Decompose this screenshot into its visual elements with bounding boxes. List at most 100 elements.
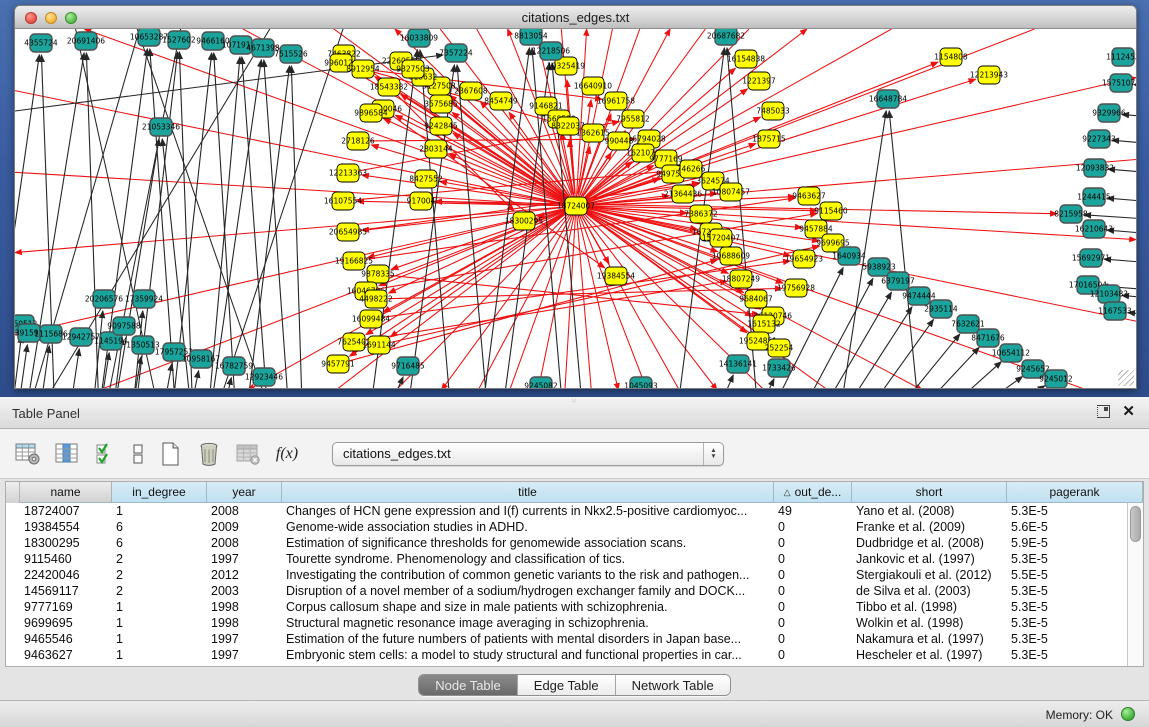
network-node[interactable]: 8215958 (1054, 205, 1088, 223)
network-node[interactable]: 1154808 (934, 48, 968, 66)
column-header-year[interactable]: year (207, 482, 282, 503)
network-node[interactable]: 4355724 (24, 34, 58, 52)
network-node[interactable]: 9227343 (1082, 130, 1116, 148)
cell-year: 2012 (207, 567, 282, 583)
network-node[interactable]: 2718126 (341, 132, 375, 150)
cell-in-degree: 1 (112, 599, 207, 615)
column-header-short[interactable]: short (852, 482, 1007, 503)
network-node[interactable]: 20206576 (85, 290, 123, 308)
network-node[interactable]: 16210643 (1075, 220, 1113, 238)
network-node[interactable]: 1112453 (1106, 48, 1136, 66)
network-edge (383, 377, 403, 389)
network-node[interactable]: 9878335 (361, 265, 395, 283)
network-node[interactable]: 9245082 (524, 377, 558, 389)
function-builder-icon[interactable]: f(x) (271, 438, 303, 470)
network-node[interactable]: 10654112 (992, 344, 1030, 362)
network-node[interactable]: 12213363 (329, 164, 367, 182)
network-node[interactable]: 1875715 (752, 130, 786, 148)
table-row[interactable]: 911546021997Tourette syndrome. Phenomeno… (6, 551, 1127, 567)
network-node[interactable]: 9716485 (391, 357, 425, 375)
table-row[interactable]: 946554611997Estimation of the future num… (6, 631, 1127, 647)
network-window[interactable]: citations_edges.txt 91468211568520845474… (14, 5, 1137, 389)
network-node[interactable]: 746266 (677, 160, 706, 178)
scrollbar-thumb[interactable] (1130, 506, 1141, 542)
column-header-title[interactable]: title (282, 482, 774, 503)
network-node[interactable]: 9684067 (739, 290, 773, 308)
tab-node-table[interactable]: Node Table (419, 675, 518, 695)
delete-column-icon[interactable] (193, 438, 225, 470)
column-header-name[interactable]: name (20, 482, 112, 503)
network-node-label: 9115460 (814, 207, 848, 216)
create-column-icon[interactable] (154, 438, 186, 470)
table-selector-dropdown[interactable]: citations_edges.txt ▲▼ (332, 442, 724, 466)
close-panel-icon[interactable]: ✕ (1122, 404, 1135, 419)
column-header-out-degree[interactable]: △ out_de... (774, 482, 852, 503)
network-node[interactable]: 16640910 (574, 77, 612, 95)
table-row[interactable]: 2242004622012Investigating the contribut… (6, 567, 1127, 583)
network-node[interactable]: 19384554 (597, 267, 635, 285)
network-node[interactable]: 9329966 (1092, 104, 1126, 122)
tab-network-table[interactable]: Network Table (616, 675, 730, 695)
table-panel-header[interactable]: ⁙ Table Panel ✕ (0, 397, 1149, 429)
network-node[interactable]: 16033809 (400, 29, 438, 47)
network-node[interactable]: 17359924 (125, 290, 163, 308)
network-edge (1107, 198, 1136, 204)
network-node[interactable]: 917004 (407, 192, 436, 210)
cell-year: 1997 (207, 631, 282, 647)
network-node[interactable]: 16099484 (352, 310, 390, 328)
network-node-label: 9457884 (799, 225, 833, 234)
network-node[interactable]: 7485033 (756, 102, 790, 120)
column-header-pagerank[interactable]: pagerank (1007, 482, 1143, 503)
network-node[interactable]: 12213943 (970, 66, 1008, 84)
table-row[interactable]: 946362711997Embryonic stem cells: a mode… (6, 647, 1127, 663)
tab-edge-table[interactable]: Edge Table (518, 675, 616, 695)
network-node[interactable]: 16648784 (869, 90, 907, 108)
show-columns-icon[interactable] (51, 438, 83, 470)
network-node[interactable]: 9115460 (814, 202, 848, 220)
row-height-icon[interactable] (129, 438, 147, 470)
network-window-title: citations_edges.txt (15, 10, 1136, 25)
table-row[interactable]: 1830029562008Estimation of significance … (6, 535, 1127, 551)
network-node-label: 7955812 (616, 115, 650, 124)
network-node[interactable]: 15692971 (1072, 249, 1110, 267)
cell-title: Disruption of a novel member of a sodium… (282, 583, 774, 599)
network-view-canvas[interactable]: 9146821156852084547492367608912750881863… (15, 29, 1136, 389)
network-window-titlebar[interactable]: citations_edges.txt (15, 6, 1136, 29)
network-node[interactable]: 1045093 (624, 377, 658, 389)
table-vertical-scrollbar[interactable] (1127, 503, 1143, 666)
network-node-label: 14136141 (719, 360, 757, 369)
select-columns-icon[interactable] (90, 438, 122, 470)
network-node[interactable]: 15751074 (1102, 74, 1136, 92)
network-node[interactable]: 19756928 (777, 279, 815, 297)
network-node[interactable]: 21053346 (142, 118, 180, 136)
table-row[interactable]: 969969511998Structural magnetic resonanc… (6, 615, 1127, 631)
network-node[interactable]: 9463627 (792, 187, 826, 205)
table-mode-icon[interactable] (12, 438, 44, 470)
network-node[interactable]: 18543382 (370, 78, 408, 96)
network-node[interactable]: 14136141 (719, 355, 757, 373)
cell-name: 9115460 (20, 551, 112, 567)
network-edge (39, 346, 49, 389)
network-node[interactable]: 16961758 (597, 92, 635, 110)
network-node[interactable]: 20687682 (707, 29, 745, 45)
window-resize-grip[interactable] (1118, 370, 1134, 386)
network-node[interactable]: 1244415 (1077, 188, 1111, 206)
table-row[interactable]: 1872400712008Changes of HCN gene express… (6, 503, 1127, 519)
table-row[interactable]: 1456911722003Disruption of a novel membe… (6, 583, 1127, 599)
cell-name: 22420046 (20, 567, 112, 583)
table-row[interactable]: 1938455462009Genome-wide association stu… (6, 519, 1127, 535)
network-node[interactable]: 16107554 (324, 192, 362, 210)
float-panel-icon[interactable] (1097, 405, 1110, 418)
network-node[interactable]: 1167533 (1098, 302, 1132, 320)
table-row[interactable]: 977716911998Corpus callosum shape and si… (6, 599, 1127, 615)
network-node[interactable]: 7955812 (616, 110, 650, 128)
column-header-in-degree[interactable]: in_degree (112, 482, 207, 503)
network-node[interactable]: 7357224 (439, 44, 473, 62)
splitter-handle-icon[interactable]: ⁙ (571, 399, 579, 404)
network-node[interactable]: 8454749 (484, 92, 518, 110)
network-node[interactable]: 1733426 (762, 359, 796, 377)
network-node[interactable]: 252254 (765, 339, 794, 357)
network-node[interactable]: 990448 (605, 132, 634, 150)
network-node[interactable]: 9457791 (321, 355, 355, 373)
delete-table-icon[interactable] (232, 438, 264, 470)
